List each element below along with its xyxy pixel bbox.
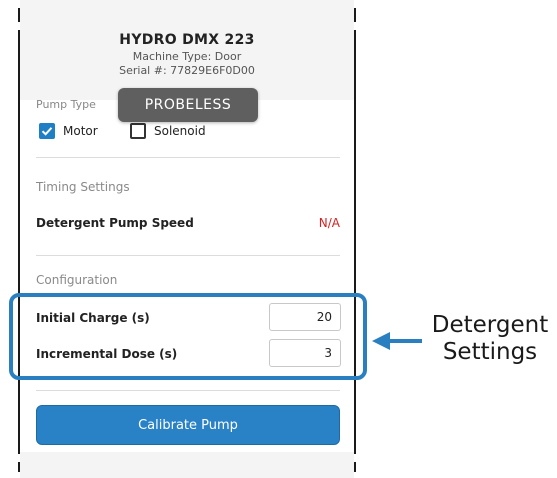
frame-edge-right-top [354, 8, 356, 22]
configuration-title: Configuration [36, 273, 118, 287]
machine-name: HYDRO DMX 223 [119, 32, 255, 48]
detergent-settings-highlight [9, 293, 367, 380]
pump-type-title: Pump Type [36, 98, 96, 111]
stage: HYDRO DMX 223 Machine Type: Door Serial … [0, 0, 557, 478]
serial-number: Serial #: 77829E6F0D00 [119, 64, 255, 77]
motor-checkbox[interactable] [39, 123, 55, 139]
solenoid-option[interactable]: Solenoid [130, 121, 206, 141]
frame-edge-right [354, 30, 356, 454]
frame-edge-right-bottom [354, 462, 356, 472]
detergent-pump-speed-label: Detergent Pump Speed [36, 216, 194, 230]
divider [36, 157, 340, 158]
motor-option[interactable]: Motor [39, 121, 98, 141]
probeless-toast: PROBELESS [118, 88, 258, 122]
motor-label: Motor [63, 124, 98, 138]
detergent-settings-callout: Detergent Settings [426, 312, 554, 366]
check-icon [41, 127, 53, 136]
callout-line-2: Settings [442, 339, 538, 365]
solenoid-checkbox[interactable] [130, 123, 146, 139]
arrow-left-icon [372, 332, 422, 350]
app-screen: HYDRO DMX 223 Machine Type: Door Serial … [20, 0, 354, 478]
timing-settings-title: Timing Settings [36, 180, 130, 194]
divider [36, 390, 340, 391]
detergent-pump-speed-value: N/A [318, 216, 340, 230]
calibrate-pump-button[interactable]: Calibrate Pump [36, 405, 340, 445]
callout-line-1: Detergent [431, 312, 549, 338]
machine-type: Machine Type: Door [132, 50, 242, 63]
machine-header: HYDRO DMX 223 Machine Type: Door Serial … [20, 0, 354, 100]
bottom-strip [20, 452, 354, 478]
divider [36, 255, 340, 256]
solenoid-label: Solenoid [154, 124, 206, 138]
